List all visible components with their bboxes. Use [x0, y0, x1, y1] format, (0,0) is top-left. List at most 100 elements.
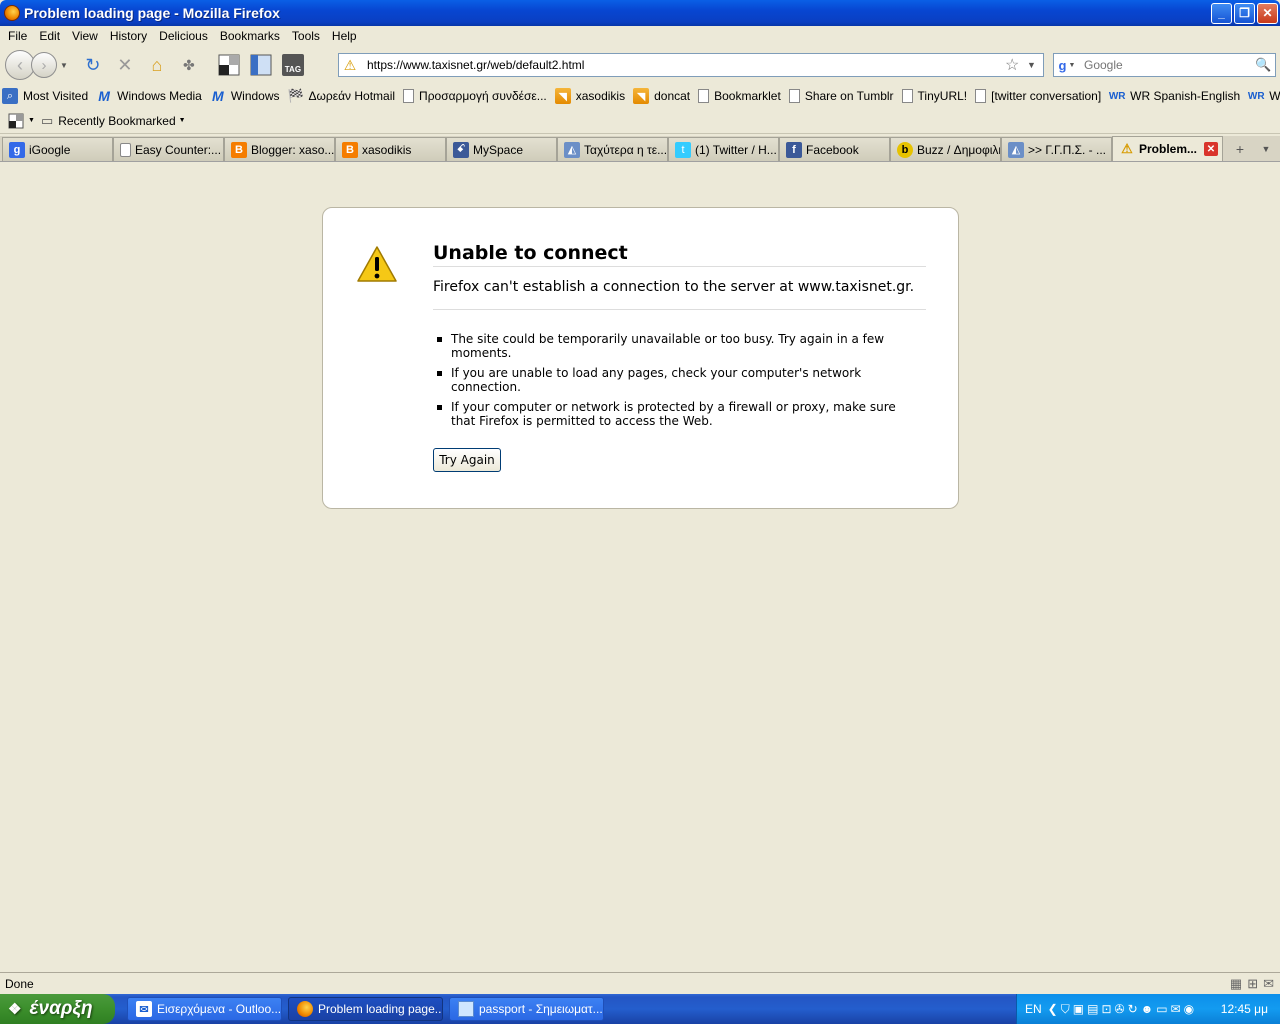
forward-button[interactable]: ›: [31, 52, 57, 78]
bookmark-most-visited[interactable]: ⌕ Most Visited: [2, 88, 88, 104]
bookmark-label: Προσαρμογή συνδέσε...: [419, 89, 547, 103]
tab-label: >> Γ.Γ.Π.Σ. - ...: [1028, 142, 1107, 157]
bookmark-windows-media[interactable]: M Windows Media: [96, 88, 202, 104]
msn-icon: M: [212, 88, 224, 104]
taskbar-item-firefox[interactable]: Problem loading page...: [288, 997, 443, 1021]
plus-icon: +: [1235, 141, 1245, 157]
home-icon[interactable]: ⌂: [144, 52, 170, 78]
recently-bookmarked-icon: ▭: [40, 112, 54, 128]
maximize-button[interactable]: ❐: [1234, 2, 1255, 24]
toolbar-menu-glyph: [8, 113, 24, 128]
shield-icon[interactable]: ⛉: [1061, 1002, 1070, 1017]
tab-easy-counter[interactable]: Easy Counter:...: [113, 137, 224, 161]
display-icon[interactable]: ▤: [1087, 1002, 1098, 1017]
extension-icon[interactable]: ▦: [1230, 976, 1242, 992]
bookmark-xasodikis[interactable]: ◥ xasodikis: [554, 88, 626, 104]
recently-bookmarked-folder[interactable]: Recently Bookmarked: [58, 114, 175, 128]
toolbar-menu-dropdown-icon[interactable]: ▼: [28, 117, 35, 124]
new-tab-button[interactable]: +: [1227, 137, 1253, 161]
tab-buzz[interactable]: b Buzz / Δημοφιλή: [890, 137, 1001, 161]
history-dropdown-icon[interactable]: ▼: [60, 61, 68, 70]
url-text[interactable]: https://www.taxisnet.gr/web/default2.htm…: [361, 58, 1005, 72]
language-indicator[interactable]: EN: [1025, 1002, 1042, 1016]
tab-twitter[interactable]: t (1) Twitter / H...: [668, 137, 779, 161]
bookmark-hotmail[interactable]: 🏁 Δωρεάν Hotmail: [287, 88, 396, 104]
bookmark-bookmarklet[interactable]: Bookmarklet: [698, 89, 781, 103]
bookmark-wr-english-greek[interactable]: WR WR English-Greek: [1248, 88, 1280, 104]
menu-history[interactable]: History: [104, 29, 153, 43]
bookmark-share-on-tumblr[interactable]: Share on Tumblr: [788, 89, 894, 103]
bookmark-label: Bookmarklet: [714, 89, 781, 103]
tab-igoogle[interactable]: g iGoogle: [2, 137, 113, 161]
google-search-engine-icon[interactable]: g ▼: [1054, 55, 1080, 75]
tag-button[interactable]: TAG: [280, 52, 306, 78]
error-description: Firefox can't establish a connection to …: [433, 279, 926, 310]
wr-icon: WR: [1108, 90, 1126, 102]
network-icon[interactable]: ▣: [1073, 1002, 1084, 1017]
tab-blogger[interactable]: B Blogger: xaso...: [224, 137, 335, 161]
start-button[interactable]: ❖ έναρξη: [0, 994, 115, 1024]
search-input[interactable]: [1080, 58, 1255, 72]
menu-tools[interactable]: Tools: [286, 29, 326, 43]
network-icon[interactable]: ⊡: [1101, 1002, 1111, 1017]
tab-list-button[interactable]: ▼: [1253, 137, 1279, 161]
search-icon[interactable]: 🔍: [1255, 57, 1275, 73]
taskbar-item-outlook[interactable]: ✉ Εισερχόμενα - Outloo...: [127, 997, 282, 1021]
layout-icon[interactable]: ⊞: [1247, 976, 1258, 992]
msn-icon: M: [98, 88, 110, 104]
bookmarks-sidebar-icon[interactable]: [248, 52, 274, 78]
taskbar-item-notepad[interactable]: passport - Σημειωματ...: [449, 997, 604, 1021]
bookmark-label: Δωρεάν Hotmail: [308, 89, 396, 103]
warning-icon: ⚠: [343, 56, 357, 73]
twitter-icon: t: [675, 141, 691, 158]
google-icon: g: [9, 141, 25, 158]
tab-myspace[interactable]: ꗃ MySpace: [446, 137, 557, 161]
monitor-icon[interactable]: ▭: [1156, 1002, 1167, 1017]
minimize-button[interactable]: _: [1211, 2, 1232, 24]
taskbar-item-label: Problem loading page...: [318, 1002, 443, 1016]
refresh-icon[interactable]: ↻: [1128, 1002, 1138, 1017]
menu-help[interactable]: Help: [326, 29, 363, 43]
tab-ggps[interactable]: ◭ >> Γ.Γ.Π.Σ. - ...: [1001, 137, 1112, 161]
toolbar-menu-icon[interactable]: [8, 113, 26, 129]
tab-xasodikis[interactable]: Bxasodikis: [335, 137, 446, 161]
rss-icon: ◥: [554, 88, 571, 104]
page-icon: [403, 89, 415, 103]
bookmark-label: xasodikis: [575, 89, 626, 103]
mail-icon[interactable]: ✉: [1263, 976, 1274, 992]
url-dropdown-icon[interactable]: ▼: [1027, 60, 1043, 70]
mail-icon[interactable]: ✉: [1171, 1002, 1181, 1017]
delicious-icon[interactable]: ✤: [176, 52, 202, 78]
menu-file[interactable]: File: [2, 29, 33, 43]
recently-bookmarked-dropdown-icon[interactable]: ▼: [179, 117, 186, 124]
bookmark-star-icon[interactable]: ☆: [1005, 55, 1027, 75]
bookmark-twitter-conversation[interactable]: [twitter conversation]: [975, 89, 1101, 103]
try-again-button[interactable]: Try Again: [433, 448, 501, 472]
sidebar-icon[interactable]: [216, 52, 242, 78]
bookmark-windows[interactable]: M Windows: [210, 88, 280, 104]
menu-view[interactable]: View: [66, 29, 104, 43]
messenger-icon[interactable]: ☻: [1141, 1002, 1154, 1017]
bookmark-tinyurl[interactable]: TinyURL!: [901, 89, 967, 103]
menu-bookmarks[interactable]: Bookmarks: [214, 29, 286, 43]
stop-icon[interactable]: ✕: [112, 52, 138, 78]
bookmark-doncat[interactable]: ◥ doncat: [633, 88, 690, 104]
tab-problem-loading[interactable]: ⚠ Problem... ✕: [1112, 136, 1223, 161]
page-icon: [120, 142, 131, 157]
reload-icon[interactable]: ↻: [80, 52, 106, 78]
close-window-button[interactable]: ✕: [1257, 2, 1278, 24]
menu-edit[interactable]: Edit: [33, 29, 66, 43]
tray-arrow-icon[interactable]: ❮: [1048, 1002, 1058, 1017]
menu-delicious[interactable]: Delicious: [153, 29, 214, 43]
status-text: Done: [5, 976, 34, 991]
clock: 12:45 μμ: [1220, 1002, 1268, 1016]
bookmark-customize-links[interactable]: Προσαρμογή συνδέσε...: [403, 89, 547, 103]
bookmark-wr-spanish-english[interactable]: WR WR Spanish-English: [1109, 88, 1240, 104]
url-bar[interactable]: ⚠ https://www.taxisnet.gr/web/default2.h…: [338, 53, 1044, 77]
antivirus-icon[interactable]: ◉: [1184, 1002, 1194, 1017]
warning-icon: ⚠: [1121, 141, 1133, 156]
tab-facebook[interactable]: f Facebook: [779, 137, 890, 161]
tab-greek-site[interactable]: ◭ Ταχύτερα η τε...: [557, 137, 668, 161]
security-icon[interactable]: ✇: [1115, 1002, 1125, 1017]
close-tab-icon[interactable]: ✕: [1204, 142, 1218, 156]
